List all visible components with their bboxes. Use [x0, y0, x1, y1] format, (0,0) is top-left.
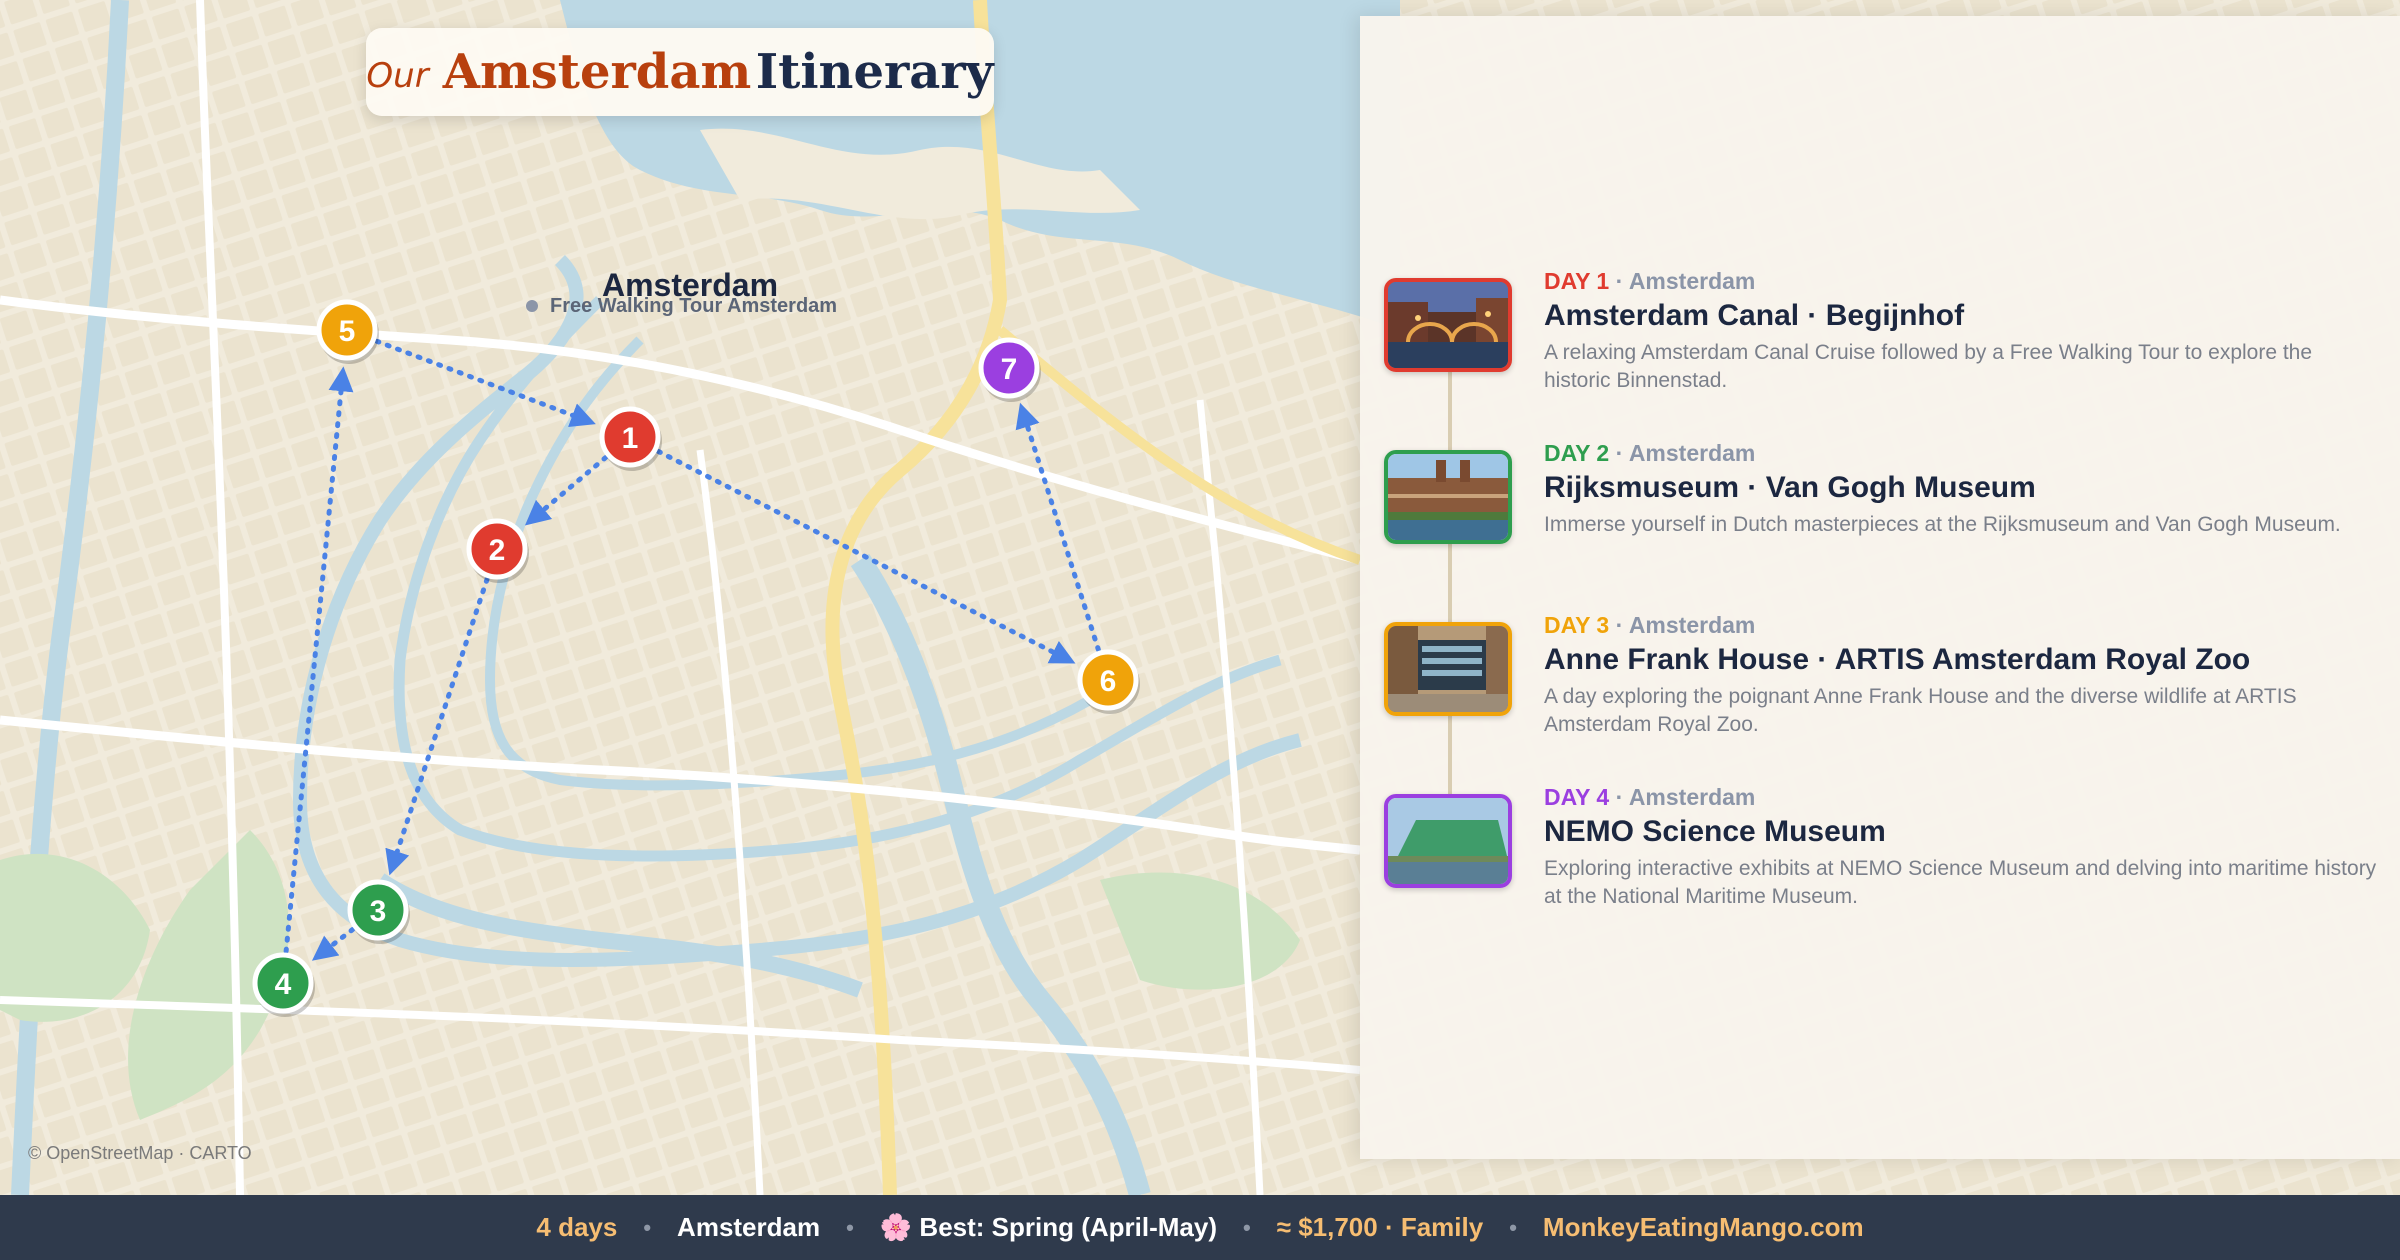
day-1-description: A relaxing Amsterdam Canal Cruise follow… [1544, 341, 2313, 392]
footer-duration: 4 days [536, 1212, 618, 1242]
map-marker-7[interactable]: 7 [978, 337, 1041, 402]
title-prefix: Our [366, 56, 429, 96]
day-4-label: DAY 4 [1544, 784, 1610, 810]
title-suffix: Itinerary [755, 44, 994, 100]
title-city: Amsterdam [442, 44, 752, 100]
day-2-city: Amsterdam [1628, 440, 1756, 466]
day-2-title: Rijksmuseum · Van Gogh Museum [1544, 471, 2036, 504]
day-3-label: DAY 3 [1544, 612, 1610, 638]
footer-budget: ≈ $1,700 · Family [1276, 1212, 1484, 1242]
day-3-description: A day exploring the poignant Anne Frank … [1544, 685, 2297, 736]
day-2-thumbnail [1384, 450, 1512, 544]
footer-season: 🌸 Best: Spring (April-May) [880, 1212, 1217, 1243]
day-3-thumbnail [1384, 622, 1512, 716]
day-2-separator: · [1609, 440, 1629, 466]
map-marker-label: 6 [1100, 665, 1117, 698]
map-marker-label: 2 [489, 534, 506, 567]
map-marker-3[interactable]: 3 [347, 879, 410, 944]
map-marker-label: 3 [370, 895, 387, 928]
map-marker-label: 7 [1001, 353, 1018, 386]
footer-site-link[interactable]: MonkeyEatingMango.com [1543, 1212, 1864, 1243]
day-1-thumbnail [1384, 278, 1512, 372]
map-marker-6[interactable]: 6 [1077, 649, 1140, 714]
itinerary-panel: DAY 1 · Amsterdam Amsterdam Canal · Begi… [1360, 16, 2400, 1159]
map-attribution[interactable]: © OpenStreetMap · CARTO [28, 1143, 252, 1164]
footer-bar: 4 days • Amsterdam • 🌸 Best: Spring (Apr… [0, 1195, 2400, 1260]
footer-city: Amsterdam [677, 1212, 821, 1242]
map-poi-label: Free Walking Tour Amsterdam [550, 295, 837, 317]
title-main: Amsterdam Itinerary [443, 44, 994, 100]
day-card-3[interactable]: DAY 3 · Amsterdam Anne Frank House · ART… [1384, 612, 2384, 762]
day-1-label: DAY 1 [1544, 268, 1610, 294]
day-3-separator: · [1609, 612, 1629, 638]
day-4-separator: · [1609, 784, 1629, 810]
map-marker-1[interactable]: 1 [599, 406, 662, 471]
day-1-separator: · [1609, 268, 1629, 294]
day-card-1[interactable]: DAY 1 · Amsterdam Amsterdam Canal · Begi… [1384, 268, 2384, 418]
map-marker-2[interactable]: 2 [466, 518, 529, 583]
footer-separator: • [846, 1214, 854, 1240]
footer-separator: • [1243, 1214, 1251, 1240]
day-1-city: Amsterdam [1628, 268, 1756, 294]
day-4-title: NEMO Science Museum [1544, 815, 1886, 848]
footer-season-text: Best: Spring (April-May) [919, 1212, 1217, 1242]
day-3-city: Amsterdam [1628, 612, 1756, 638]
map-marker-label: 1 [622, 422, 639, 455]
day-4-description: Exploring interactive exhibits at NEMO S… [1544, 857, 2377, 908]
day-1-title: Amsterdam Canal · Begijnhof [1544, 299, 1965, 332]
day-card-2[interactable]: DAY 2 · Amsterdam Rijksmuseum · Van Gogh… [1384, 440, 2384, 590]
blossom-icon: 🌸 [879, 1212, 913, 1242]
footer-separator: • [643, 1214, 652, 1240]
day-card-4[interactable]: DAY 4 · Amsterdam NEMO Science Museum Ex… [1384, 784, 2384, 934]
day-4-thumbnail [1384, 794, 1512, 888]
map-marker-label: 5 [339, 315, 356, 348]
map-marker-4[interactable]: 4 [252, 952, 315, 1017]
day-3-title: Anne Frank House · ARTIS Amsterdam Royal… [1544, 643, 2251, 676]
poi-dot [526, 300, 538, 312]
map-marker-label: 4 [275, 968, 292, 1001]
day-2-label: DAY 2 [1544, 440, 1610, 466]
title-card: Our Amsterdam Itinerary [366, 28, 994, 116]
day-4-city: Amsterdam [1628, 784, 1756, 810]
footer-separator: • [1509, 1214, 1517, 1240]
map-marker-5[interactable]: 5 [316, 299, 379, 364]
day-2-description: Immerse yourself in Dutch masterpieces a… [1544, 513, 2341, 536]
